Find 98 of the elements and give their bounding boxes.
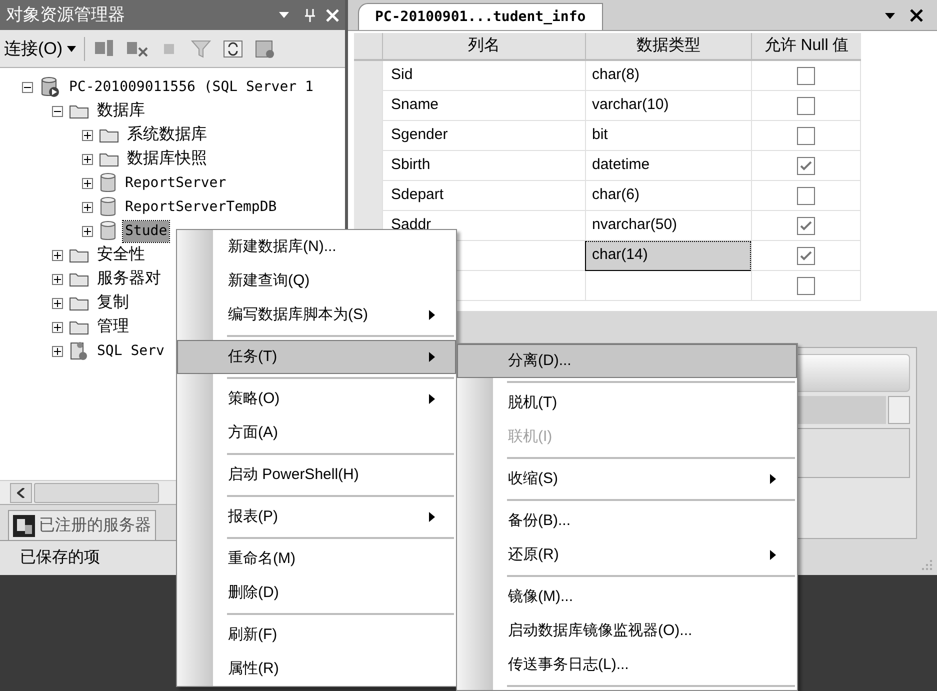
checkbox[interactable] [797, 276, 815, 294]
scroll-left-button[interactable] [10, 482, 32, 502]
tree-item[interactable]: ReportServerTempDB [123, 196, 279, 218]
menu-item[interactable]: 编写数据库脚本为(S) [177, 298, 456, 332]
menu-item[interactable]: 收缩(S) [457, 462, 797, 496]
column-header[interactable]: 列名 [382, 33, 585, 61]
registered-servers-tab[interactable]: 已注册的服务器 [8, 510, 156, 540]
database-icon [99, 172, 117, 194]
table-cell: bit [585, 121, 751, 151]
folder-icon [69, 295, 89, 311]
tree-item[interactable]: 数据库 [95, 99, 147, 123]
collapse-icon[interactable] [52, 106, 63, 116]
dropdown-icon[interactable] [884, 12, 896, 20]
submenu-arrow-icon [770, 474, 776, 484]
table-cell: Sgender [382, 121, 585, 151]
table-cell: Sdepart [382, 181, 585, 211]
menu-item[interactable]: 重命名(M) [177, 542, 456, 576]
tree-item[interactable]: 系统数据库 [125, 123, 209, 147]
resize-grip-icon[interactable] [921, 559, 933, 571]
table-cell: char(8) [585, 61, 751, 91]
tree-item[interactable]: SQL Serv [95, 340, 166, 362]
checkbox[interactable] [797, 246, 815, 264]
menu-item[interactable]: 备份(B)... [457, 504, 797, 538]
submenu-arrow-icon [429, 512, 435, 522]
expand-icon[interactable] [82, 202, 93, 212]
menu-item[interactable]: 刷新(F) [177, 618, 456, 652]
menu-item[interactable]: 启动数据库镜像监视器(O)... [457, 614, 797, 648]
folder-icon [69, 319, 89, 335]
scroll-icon[interactable] [252, 38, 277, 60]
tree-item[interactable]: 安全性 [95, 243, 147, 267]
expand-icon[interactable] [52, 298, 63, 308]
menu-item[interactable]: 属性(R) [177, 652, 456, 686]
menu-item[interactable]: 分离(D)... [457, 344, 797, 378]
connect-button[interactable]: 连接(O) [4, 36, 76, 62]
checkbox[interactable] [797, 66, 815, 84]
expand-icon[interactable] [82, 154, 93, 164]
saved-items-label: 已保存的项 [20, 548, 100, 568]
menu-item[interactable]: 策略(O) [177, 382, 456, 416]
submenu-arrow-icon [429, 394, 435, 404]
tree-item[interactable]: ReportServer [123, 172, 228, 194]
refresh-icon[interactable] [220, 38, 245, 60]
checkbox[interactable] [797, 156, 815, 174]
folder-icon [69, 103, 89, 119]
document-tab[interactable]: PC-20100901...tudent_info [358, 3, 603, 30]
expand-icon[interactable] [82, 226, 93, 236]
menu-item[interactable]: 删除(D) [177, 576, 456, 610]
checkbox[interactable] [797, 216, 815, 234]
menu-item[interactable]: 新建查询(Q) [177, 264, 456, 298]
checkbox[interactable] [797, 126, 815, 144]
collapse-icon[interactable] [22, 82, 33, 92]
table-cell: Sname [382, 91, 585, 121]
tree-item[interactable]: 管理 [95, 315, 131, 339]
expand-icon[interactable] [52, 274, 63, 284]
menu-item[interactable]: 方面(A) [177, 416, 456, 450]
folder-icon [99, 151, 119, 167]
menu-item[interactable]: 脱机(T) [457, 386, 797, 420]
pin-icon[interactable] [304, 8, 316, 22]
tree-item[interactable]: Stude [123, 220, 170, 242]
tree-item[interactable]: 复制 [95, 291, 131, 315]
panel-title: 对象资源管理器 [6, 4, 126, 26]
servers-icon [13, 514, 35, 536]
menu-item[interactable]: 报表(P) [177, 500, 456, 534]
expand-icon[interactable] [82, 130, 93, 140]
folder-icon [99, 127, 119, 143]
column-header[interactable]: 允许 Null 值 [751, 33, 861, 61]
folder-icon [69, 271, 89, 287]
menu-item[interactable]: 传送事务日志(L)... [457, 648, 797, 682]
expand-icon[interactable] [82, 178, 93, 188]
checkbox[interactable] [797, 186, 815, 204]
database-icon [99, 220, 117, 242]
expand-icon[interactable] [52, 322, 63, 332]
expand-icon[interactable] [52, 250, 63, 260]
folder-icon [69, 247, 89, 263]
menu-item[interactable]: 任务(T) [177, 340, 456, 374]
server-icon [39, 76, 61, 98]
database-icon [99, 196, 117, 218]
table-cell: varchar(10) [585, 91, 751, 121]
dropdown-icon [66, 46, 76, 52]
table-cell: Sbirth [382, 151, 585, 181]
table-cell: Sid [382, 61, 585, 91]
expand-icon[interactable] [52, 346, 63, 356]
menu-item[interactable]: 还原(R) [457, 538, 797, 572]
tree-item[interactable]: 数据库快照 [125, 147, 209, 171]
submenu-arrow-icon [429, 352, 435, 362]
menu-item[interactable]: 启动 PowerShell(H) [177, 458, 456, 492]
table-cell: char(6) [585, 181, 751, 211]
column-header[interactable]: 数据类型 [585, 33, 751, 61]
tree-item[interactable]: PC-201009011556 (SQL Server 1 [67, 76, 316, 98]
table-cell: char(14) [585, 241, 751, 271]
table-cell: datetime [585, 151, 751, 181]
scrollbar-thumb[interactable] [34, 482, 159, 502]
close-icon[interactable] [910, 9, 923, 22]
menu-item[interactable]: 镜像(M)... [457, 580, 797, 614]
tree-item[interactable]: 服务器对 [95, 267, 163, 291]
checkbox[interactable] [797, 96, 815, 114]
submenu-arrow-icon [429, 310, 435, 320]
submenu-arrow-icon [770, 550, 776, 560]
agent-icon [69, 340, 89, 362]
